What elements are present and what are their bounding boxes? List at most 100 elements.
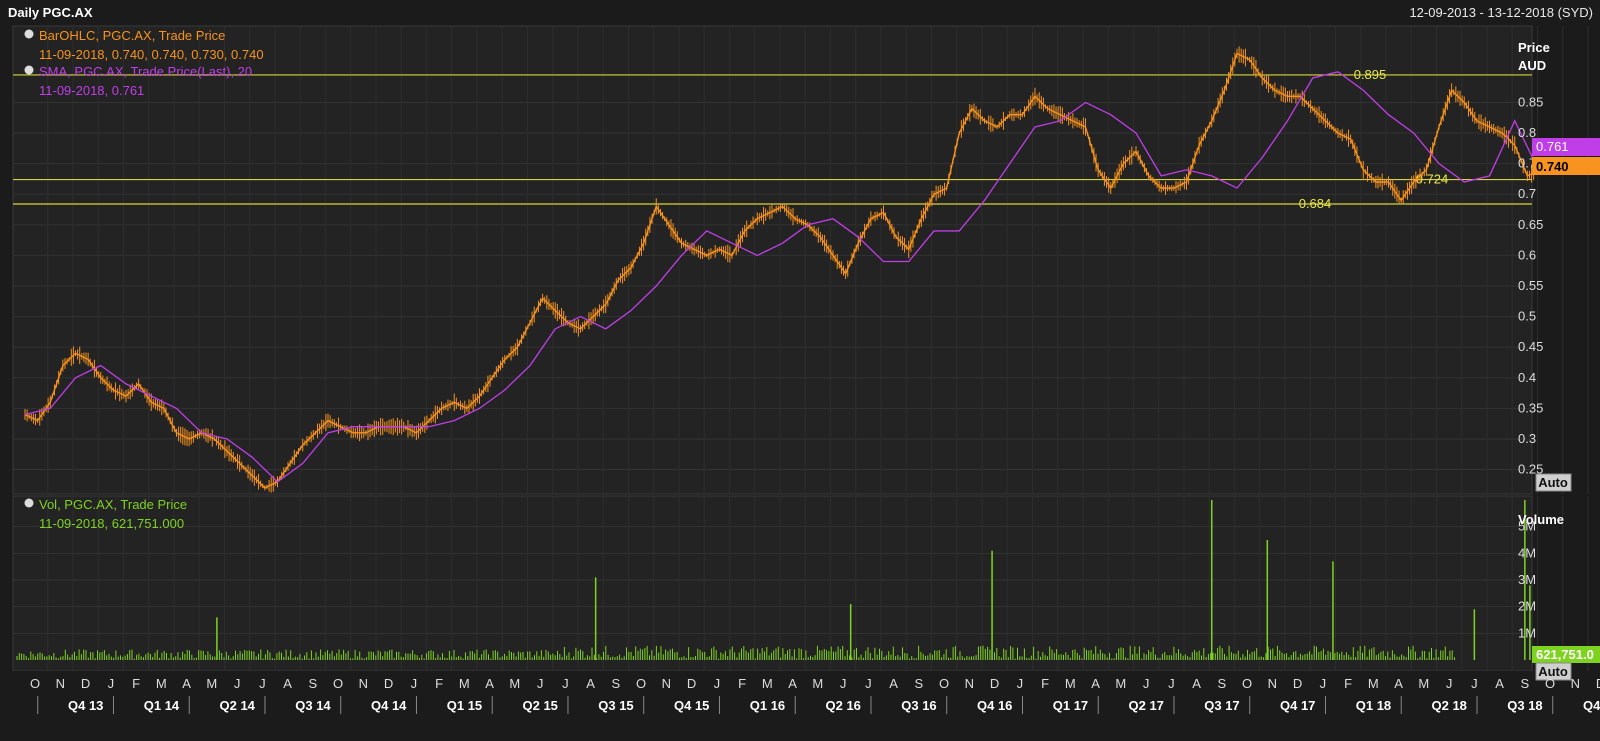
month-label: J [108,676,115,691]
legend-sma-label: SMA, PGC.AX, Trade Price(Last), 20 [39,64,252,79]
month-label: F [132,676,140,691]
quarter-label: Q3 16 [901,698,936,713]
month-label: D [384,676,393,691]
month-label: O [333,676,343,691]
month-label: M [1418,676,1429,691]
month-label: F [1344,676,1352,691]
quarter-label: Q1 18 [1356,698,1391,713]
month-label: N [56,676,65,691]
month-label: J [1446,676,1453,691]
month-label: O [1545,676,1555,691]
month-label: O [30,676,40,691]
month-label: M [1368,676,1379,691]
price-tick-label: 0.85 [1518,94,1543,109]
month-label: A [1495,676,1504,691]
month-label: D [1596,676,1600,691]
legend-toggle-icon[interactable] [24,65,34,75]
month-label: D [1293,676,1302,691]
month-label: J [1471,676,1478,691]
price-tick-label: 0.7 [1518,186,1536,201]
price-axis-unit: AUD [1518,58,1546,73]
month-label: J [259,676,266,691]
month-label: A [889,676,898,691]
month-label: D [687,676,696,691]
price-tick-label: 0.3 [1518,431,1536,446]
month-label: F [1041,676,1049,691]
quarter-label: Q1 15 [447,698,482,713]
month-label: J [714,676,721,691]
month-label: J [1143,676,1150,691]
quarter-label: Q4 16 [977,698,1012,713]
month-label: M [812,676,823,691]
month-label: M [762,676,773,691]
price-tick-label: 0.6 [1518,247,1536,262]
month-label: J [411,676,418,691]
month-label: M [206,676,217,691]
volume-tick-label: 1M [1518,625,1536,640]
legend-sma-value: 11-09-2018, 0.761 [39,83,144,98]
month-label: D [81,676,90,691]
month-label: J [840,676,847,691]
legend-toggle-icon[interactable] [24,29,34,39]
quarter-label: Q3 14 [295,698,331,713]
chart-title: Daily PGC.AX [8,5,93,20]
quarter-label: Q2 16 [826,698,861,713]
month-label: S [1521,676,1530,691]
price-tick-label: 0.8 [1518,125,1536,140]
price-tick-label: 0.45 [1518,339,1543,354]
quarter-label: Q2 14 [220,698,256,713]
last-volume-tag-label: 621,751.0 [1536,647,1594,662]
quarter-label: Q4 13 [68,698,103,713]
legend-toggle-icon[interactable] [24,498,34,508]
month-label: O [636,676,646,691]
quarter-label: Q2 15 [523,698,558,713]
volume-panel[interactable] [12,495,1533,672]
quarter-label: Q3 17 [1204,698,1239,713]
volume-axis-title: Volume [1518,512,1564,527]
month-label: J [1017,676,1024,691]
quarter-label: Q3 18 [1507,698,1542,713]
legend-ohlc-value: 11-09-2018, 0.740, 0.740, 0.730, 0.740 [39,47,264,62]
month-label: A [182,676,191,691]
price-tick-label: 0.55 [1518,278,1543,293]
month-label: F [738,676,746,691]
month-label: J [537,676,544,691]
month-label: O [939,676,949,691]
level-label: 0.684 [1299,196,1332,211]
price-axis-title: Price [1518,40,1550,55]
month-label: S [612,676,621,691]
month-label: N [965,676,974,691]
quarter-label: Q3 15 [598,698,633,713]
last-price-tag-label: 0.740 [1536,159,1569,174]
quarter-label: Q4 17 [1280,698,1315,713]
volume-tick-label: 3M [1518,572,1536,587]
price-tick-label: 0.35 [1518,400,1543,415]
month-label: M [1115,676,1126,691]
month-label: J [562,676,569,691]
chart-canvas: Daily PGC.AX 12-09-2013 - 13-12-2018 (SY… [0,0,1600,741]
price-tick-label: 0.5 [1518,309,1536,324]
month-label: J [234,676,241,691]
legend-volume-value: 11-09-2018, 621,751.000 [39,516,184,531]
level-label: 0.895 [1354,67,1387,82]
month-label: A [1091,676,1100,691]
month-label: A [1192,676,1201,691]
quarter-label: Q4 14 [371,698,407,713]
month-label: N [1571,676,1580,691]
price-tick-label: 0.65 [1518,217,1543,232]
month-label: A [586,676,595,691]
month-label: O [1242,676,1252,691]
price-tick-label: 0.4 [1518,370,1536,385]
month-label: N [359,676,368,691]
month-label: J [865,676,872,691]
month-label: S [1218,676,1227,691]
month-label: N [1268,676,1277,691]
month-label: S [915,676,924,691]
quarter-label: Q4 18 [1583,698,1600,713]
month-label: J [1168,676,1175,691]
date-range[interactable]: 12-09-2013 - 13-12-2018 (SYD) [1409,5,1593,20]
month-label: J [1320,676,1327,691]
header-bar [0,0,1600,24]
volume-tick-label: 4M [1518,545,1536,560]
month-label: M [156,676,167,691]
